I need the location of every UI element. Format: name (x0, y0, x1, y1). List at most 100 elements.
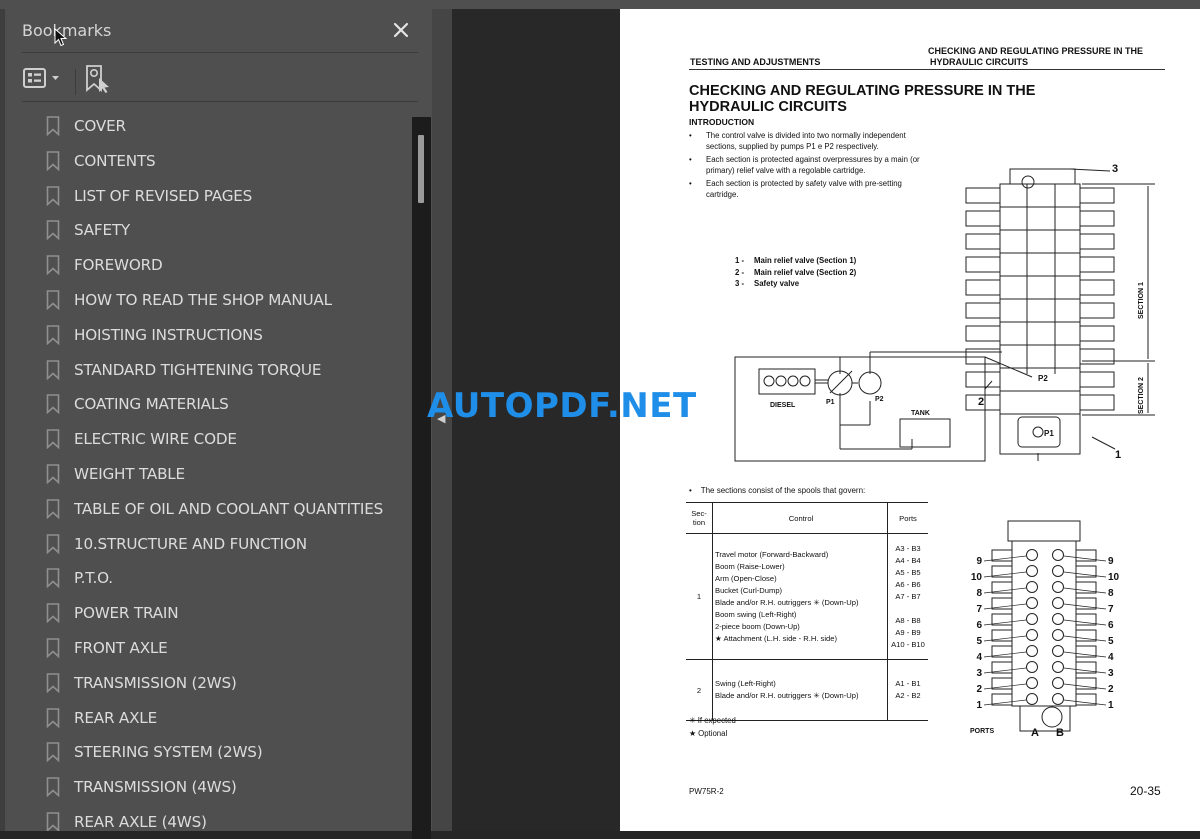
leader-line (1063, 683, 1107, 690)
port-circle (1052, 581, 1064, 593)
header-right-line2: HYDRAULIC CIRCUITS (930, 57, 1028, 67)
col-control: Control (712, 502, 888, 534)
bookmark-options-button[interactable] (22, 66, 66, 92)
bookmark-item[interactable]: FOREWORD (18, 248, 408, 282)
bookmark-icon (46, 116, 60, 136)
bookmark-item[interactable]: ELECTRIC WIRE CODE (18, 422, 408, 456)
find-current-bookmark-button[interactable] (85, 64, 111, 94)
running-header-right: CHECKING AND REGULATING PRESSURE IN THE … (928, 46, 1143, 68)
bookmark-icon (46, 498, 60, 519)
bookmark-item[interactable]: TABLE OF OIL AND COOLANT QUANTITIES (18, 492, 408, 526)
bookmark-label: STEERING SYSTEM (2WS) (74, 743, 263, 762)
header-right-line1: CHECKING AND REGULATING PRESSURE IN THE (928, 46, 1144, 56)
bookmark-label: 10.STRUCTURE AND FUNCTION (74, 534, 307, 553)
port-item: A10 - B10 (891, 639, 925, 649)
col-section: Sec-tion (686, 502, 713, 534)
bookmark-label: FOREWORD (74, 256, 163, 275)
table-row: 2 Swing (Left-Right) Blade and/or R.H. out… (686, 659, 928, 721)
table-row: 1 Travel motor (Forward-Backward) Boom (Ra… (686, 533, 928, 660)
bookmark-options-icon (23, 68, 46, 88)
bookmark-item[interactable]: SAFETY (18, 213, 408, 247)
bookmark-icon (46, 290, 60, 310)
spool-cap (965, 325, 1001, 342)
port-number-label: 1 (1108, 700, 1114, 711)
tank-label: TANK (911, 410, 930, 417)
page-title-line2: HYDRAULIC CIRCUITS (689, 99, 847, 115)
port-circle (1026, 645, 1038, 657)
bookmark-icon (46, 324, 60, 345)
leader-line (983, 651, 1027, 658)
bookmark-item[interactable]: REAR AXLE (18, 701, 408, 735)
bookmark-item[interactable]: HOW TO READ THE SHOP MANUAL (18, 283, 408, 317)
spool-cap (965, 279, 1001, 296)
bookmark-item[interactable]: REAR AXLE (4WS) (18, 805, 408, 831)
control-item: Swing (Left-Right) (715, 679, 776, 688)
port-number-label: 7 (1108, 604, 1114, 615)
bookmark-label: ELECTRIC WIRE CODE (74, 430, 237, 449)
bookmark-label: REAR AXLE (4WS) (74, 813, 207, 831)
pdf-page: TESTING AND ADJUSTMENTS CHECKING AND REG… (620, 9, 1200, 831)
port-circle (1052, 693, 1064, 705)
leader-line (983, 683, 1027, 690)
p1-port-label: P1 (1044, 429, 1054, 438)
bookmark-item[interactable]: STEERING SYSTEM (2WS) (18, 735, 408, 769)
bookmark-icon (46, 533, 60, 554)
port-number-label: 3 (976, 668, 982, 679)
port-circle (1026, 629, 1038, 641)
spool-cap (1079, 302, 1115, 319)
spool-cap (965, 371, 1001, 388)
port-number-label: 4 (976, 652, 982, 663)
bookmark-item[interactable]: STANDARD TIGHTENING TORQUE (18, 353, 408, 387)
port-circle (1026, 693, 1038, 705)
p2-label: P2 (875, 396, 884, 403)
leader-line (1063, 619, 1107, 626)
control-item: Boom (Raise-Lower) (715, 561, 785, 571)
watermark-text: AUTOPDF.NET (427, 386, 697, 426)
bookmark-label: P.T.O. (74, 569, 113, 588)
bookmark-item[interactable]: WEIGHT TABLE (18, 457, 408, 491)
section2-label: SECTION 2 (1138, 377, 1145, 414)
bookmark-icon (46, 220, 60, 241)
section1-label: SECTION 1 (1138, 282, 1145, 319)
bookmark-item[interactable]: COVER (18, 109, 408, 143)
port-circle (1026, 565, 1038, 577)
bookmark-icon (46, 150, 60, 171)
ports-cell: A3 - B3 A4 - B4 A5 - B5 A6 - B6 A7 - B7 A8 - … (887, 533, 928, 660)
port-number-label: 8 (1108, 588, 1114, 599)
spool-cap (965, 187, 1001, 204)
bookmark-icon (46, 429, 60, 450)
control-item: Travel motor (Forward-Backward) (715, 549, 829, 559)
leader-line (1063, 587, 1107, 594)
section-cell: 2 (686, 659, 713, 721)
page-number: 20-35 (1130, 784, 1161, 798)
bookmark-icon (46, 742, 60, 763)
sections-intro: • The sections consist of the spools tha… (689, 486, 866, 495)
bookmark-label: COATING MATERIALS (74, 395, 229, 414)
spool-cap (965, 210, 1001, 227)
hydraulic-circuit-diagram: DIESEL P1 P2 TANK P2 P1 3 2 1 SECTION 1 … (734, 163, 1155, 462)
bookmark-item[interactable]: CONTENTS (18, 144, 408, 178)
bookmark-icon (46, 464, 60, 484)
bookmark-item[interactable]: P.T.O. (18, 561, 408, 595)
scrollbar-thumb[interactable] (418, 135, 424, 203)
bookmark-item[interactable]: COATING MATERIALS (18, 387, 408, 421)
chevron-down-icon (52, 76, 59, 80)
bookmark-item[interactable]: LIST OF REVISED PAGES (18, 179, 408, 213)
bookmark-item[interactable]: TRANSMISSION (2WS) (18, 666, 408, 700)
bookmark-item[interactable]: TRANSMISSION (4WS) (18, 770, 408, 804)
bookmark-label: LIST OF REVISED PAGES (74, 186, 253, 205)
bookmark-item[interactable]: HOISTING INSTRUCTIONS (18, 318, 408, 352)
control-item: 2-piece boom (Down-Up) (715, 621, 800, 631)
port-number-label: 3 (1108, 668, 1114, 679)
running-header-left: TESTING AND ADJUSTMENTS (690, 57, 821, 67)
spool-cap (965, 302, 1001, 319)
p2-port-label: P2 (1038, 374, 1048, 383)
bookmark-item[interactable]: FRONT AXLE (18, 631, 408, 665)
bookmark-item[interactable]: POWER TRAIN (18, 596, 408, 630)
bookmark-item[interactable]: 10.STRUCTURE AND FUNCTION (18, 527, 408, 561)
scrollbar-track[interactable] (412, 117, 431, 839)
close-icon[interactable] (391, 20, 411, 40)
port-circle (1026, 677, 1038, 689)
model-footer: PW75R-2 (689, 787, 724, 796)
spool-cap (1079, 233, 1115, 250)
